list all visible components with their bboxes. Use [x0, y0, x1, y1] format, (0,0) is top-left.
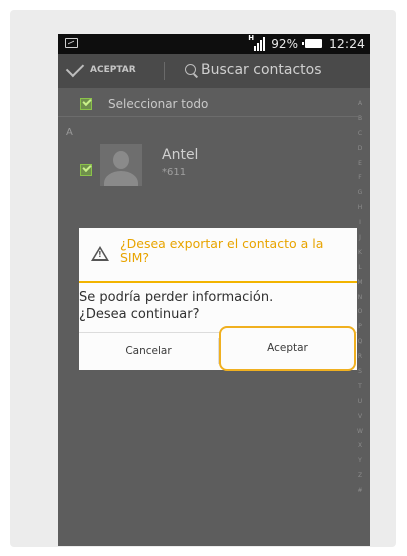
- select-all-row[interactable]: Seleccionar todo: [58, 92, 358, 117]
- index-letter-hash[interactable]: #: [352, 484, 368, 499]
- warning-icon: [91, 246, 109, 261]
- status-right: H 92% 12:24: [248, 34, 365, 51]
- dialog-title-divider: [79, 281, 357, 283]
- contact-name: Antel: [162, 147, 199, 163]
- battery-icon: [301, 39, 322, 48]
- index-letter-z[interactable]: Z: [352, 469, 368, 484]
- accept-action-button[interactable]: ACEPTAR: [90, 65, 136, 75]
- dialog-message-line2: ¿Desea continuar?: [79, 307, 200, 322]
- search-icon[interactable]: [185, 64, 196, 75]
- index-letter-e[interactable]: E: [352, 157, 368, 172]
- accept-button[interactable]: Aceptar: [219, 326, 356, 371]
- cancel-button[interactable]: Cancelar: [79, 333, 218, 370]
- status-bar: H 92% 12:24: [58, 34, 370, 54]
- select-all-checkbox[interactable]: [80, 98, 92, 110]
- index-letter-u[interactable]: U: [352, 395, 368, 410]
- action-divider: [164, 62, 165, 80]
- index-letter-y[interactable]: Y: [352, 454, 368, 469]
- signal-icon: H: [248, 34, 267, 51]
- index-letter-t[interactable]: T: [352, 380, 368, 395]
- index-letter-f[interactable]: F: [352, 171, 368, 186]
- section-header: A: [66, 127, 73, 138]
- index-letter-g[interactable]: G: [352, 186, 368, 201]
- select-all-label: Seleccionar todo: [108, 97, 209, 111]
- dialog-message-line1: Se podría perder información.: [79, 290, 274, 305]
- image-notification-icon: [65, 38, 78, 48]
- index-letter-c[interactable]: C: [352, 127, 368, 142]
- contact-row[interactable]: Antel *611: [58, 140, 358, 200]
- contact-checkbox[interactable]: [80, 164, 92, 176]
- index-letter-h[interactable]: H: [352, 201, 368, 216]
- search-input[interactable]: Buscar contactos: [201, 62, 322, 78]
- battery-percent: 92%: [271, 36, 298, 51]
- action-bar: ACEPTAR Buscar contactos: [58, 54, 370, 88]
- index-letter-w[interactable]: W: [352, 425, 368, 440]
- clock: 12:24: [328, 36, 365, 51]
- checkmark-icon[interactable]: [65, 58, 85, 78]
- avatar: [100, 144, 142, 186]
- dialog-title: ¿Desea exportar el contacto a la SIM?: [120, 236, 324, 265]
- index-letter-a[interactable]: A: [352, 97, 368, 112]
- index-letter-v[interactable]: V: [352, 410, 368, 425]
- contact-number: *611: [162, 167, 187, 178]
- network-type: H: [248, 34, 255, 42]
- index-letter-b[interactable]: B: [352, 112, 368, 127]
- index-letter-d[interactable]: D: [352, 142, 368, 157]
- index-letter-x[interactable]: X: [352, 439, 368, 454]
